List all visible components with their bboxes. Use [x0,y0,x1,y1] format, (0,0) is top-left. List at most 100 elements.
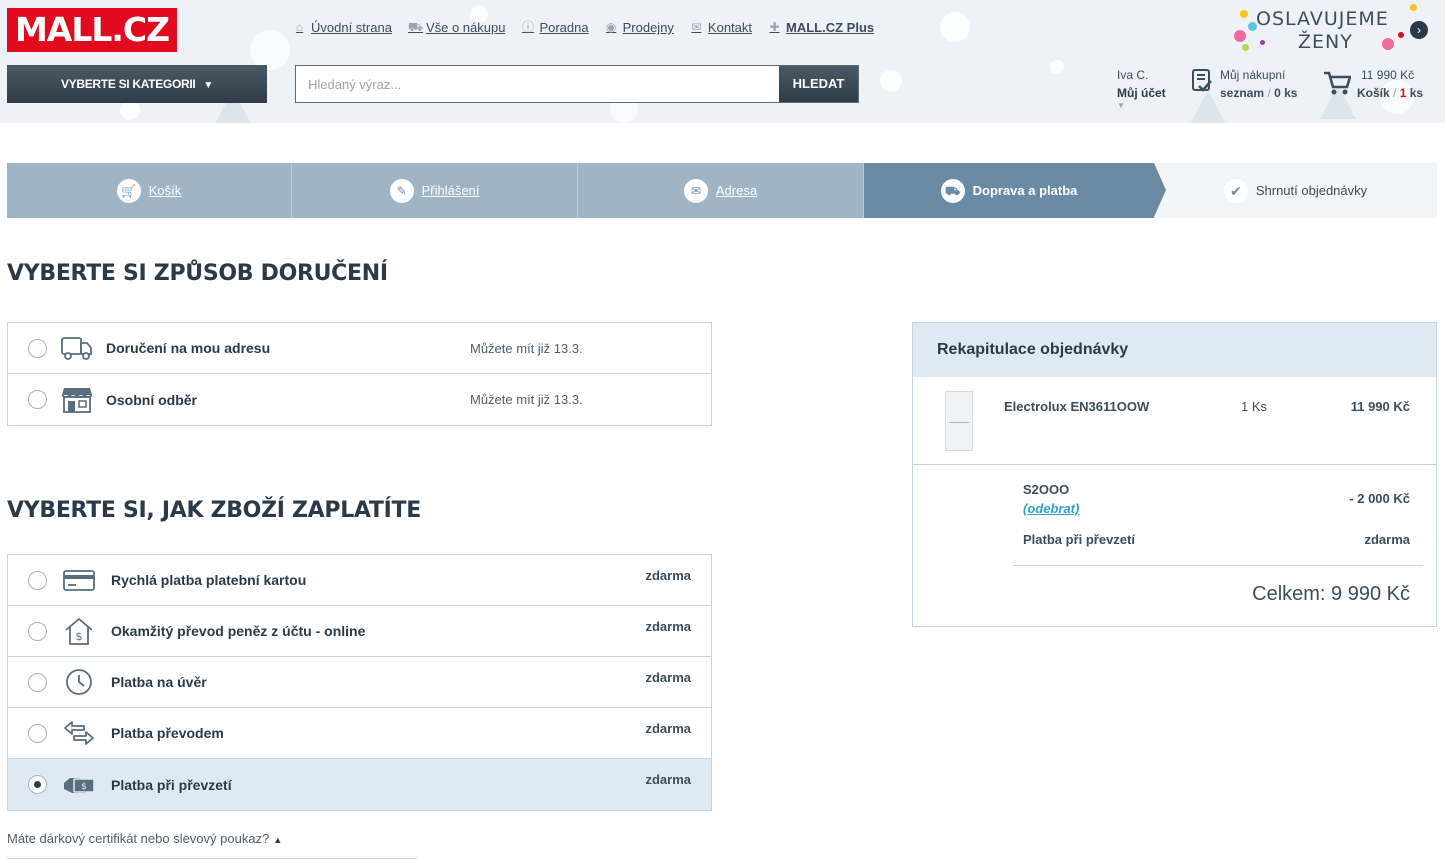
wishlist[interactable]: Můj nákupní seznam / 0 ks [1192,66,1297,102]
delivery-option-pickup[interactable]: Osobní odběr Můžete mít již 13.3. [8,374,711,425]
step-address[interactable]: ✉ Adresa [578,163,864,218]
nav-home[interactable]: ⌂ Úvodní strana [293,20,392,35]
site-header [0,0,1445,123]
payment-label: Okamžitý převod peněz z účtu - online [111,623,366,639]
voucher-value: - 2 000 Kč [1349,491,1410,506]
nav-mall-plus[interactable]: ✚ MALL.CZ Plus [768,20,874,35]
cart-icon: 🛒 [116,178,141,203]
payment-radio-card[interactable] [28,571,47,590]
step-login[interactable]: ✎ Přihlášení [292,163,578,218]
payment-option-cod[interactable]: $ Platba při převzetí zdarma [8,759,711,810]
cart-icon: ⛟ [407,20,424,34]
product-name[interactable]: Electrolux EN3611OOW [1004,399,1149,414]
payment-radio-cod[interactable] [28,775,47,794]
summary-payment-label: Platba při převzetí [1023,532,1135,547]
step-arrow [1154,163,1166,217]
payment-option-transfer[interactable]: Platba převodem zdarma [8,708,711,759]
nav-contact[interactable]: ✉ Kontakt [690,20,752,35]
product-price: 11 990 Kč [1350,399,1410,414]
payment-radio-transfer[interactable] [28,724,47,743]
payment-option-bank-online[interactable]: $ Okamžitý převod peněz z účtu - online … [8,606,711,657]
summary-payment-price: zdarma [1364,532,1410,547]
delivery-radio-address[interactable] [28,339,47,358]
payment-price: zdarma [645,721,691,736]
nav-stores[interactable]: ◉ Prodejny [605,20,674,35]
account-label: Můj účet [1117,86,1166,100]
card-icon [63,570,95,591]
home-icon: ⌂ [295,20,304,34]
cart-price: 11 990 Kč [1361,68,1415,82]
payment-radio-bank-online[interactable] [28,622,47,641]
chevron-down-icon: ▼ [1117,101,1125,110]
payment-price: zdarma [645,619,691,634]
truck-icon [61,337,92,360]
site-logo[interactable]: MALL.CZ [7,8,177,52]
account-name: Iva C. [1117,68,1149,82]
payment-price: zdarma [645,670,691,685]
voucher-code: S2OOO [1023,482,1070,497]
search-button[interactable]: HLEDAT [779,66,858,102]
promo-title-line1: OSLAVUJEME [1256,8,1389,30]
cash-icon: $ [64,778,95,793]
payment-option-card[interactable]: Rychlá platba platební kartou zdarma [8,555,711,606]
check-icon: ✔ [1223,178,1248,203]
product-qty: 1 Ks [1241,399,1268,414]
order-total: Celkem: 9 990 Kč [1252,583,1410,605]
gift-voucher-toggle[interactable]: Máte dárkový certifikát nebo slevový pou… [7,831,282,846]
svg-text:$: $ [76,630,83,643]
pencil-icon: ✎ [389,178,414,203]
payment-label: Rychlá platba platební kartou [111,572,307,588]
triangle-up-icon: ▲ [273,835,283,845]
house-dollar-icon: $ [65,617,93,645]
voucher-remove-link[interactable]: (odebrat) [1023,501,1079,516]
divider [1013,565,1423,566]
nav-shopping-info[interactable]: ⛟ Vše o nákupu [408,20,506,35]
category-menu-button[interactable]: VYBERTE SI KATEGORII ▼ [7,65,267,103]
svg-text:$: $ [81,782,87,792]
delivery-options: Doručení na mou adresu Můžete mít již 13… [7,322,712,426]
payment-price: zdarma [645,568,691,583]
header-cart[interactable]: 11 990 Kč Košík / 1 ks [1323,66,1423,102]
product-thumbnail[interactable] [945,391,973,451]
plus-icon: ✚ [769,20,780,34]
payment-label: Platba na úvěr [111,674,207,690]
transfer-icon [64,721,94,745]
payment-label: Platba převodem [111,725,224,741]
account-menu[interactable]: Iva C. Můj účet ▼ [1117,66,1166,110]
step-summary: ✔ Shrnutí objednávky [1154,163,1437,218]
delivery-date: Můžete mít již 13.3. [470,392,583,407]
delivery-label: Doručení na mou adresu [106,340,271,356]
truck-icon: ⛟ [940,178,965,203]
wishlist-title: Můj nákupní [1220,68,1286,82]
search-input[interactable] [296,66,779,102]
payment-radio-credit[interactable] [28,673,47,692]
delivery-radio-pickup[interactable] [28,390,47,409]
step-cart[interactable]: 🛒 Košík [7,163,292,218]
cart-count: 1 [1399,86,1407,100]
divider [7,858,417,859]
clock-icon [66,669,92,695]
target-icon: ◉ [605,20,617,34]
nav-advice[interactable]: ⓘ Poradna [521,20,589,35]
cart-icon [1324,71,1351,95]
payment-price: zdarma [645,772,691,787]
delivery-label: Osobní odběr [106,391,197,408]
payment-title: VYBERTE SI, JAK ZBOŽÍ ZAPLATÍTE [7,498,421,523]
wishlist-count: 0 ks [1274,86,1298,100]
delivery-option-address[interactable]: Doručení na mou adresu Můžete mít již 13… [8,323,711,374]
summary-item: Electrolux EN3611OOW 1 Ks 11 990 Kč [913,377,1436,465]
payment-label: Platba při převzetí [111,776,232,793]
search-bar: HLEDAT [295,65,859,103]
top-navigation: ⌂ Úvodní strana ⛟ Vše o nákupu ⓘ Poradna ◉ P… [293,20,874,35]
promo-banner[interactable]: OSLAVUJEME ŽENY › [1232,4,1432,56]
delivery-date: Můžete mít již 13.3. [470,340,583,356]
promo-arrow-icon[interactable]: › [1410,21,1428,39]
wishlist-icon [1192,69,1212,92]
checkout-steps: 🛒 Košík ✎ Přihlášení ✉ Adresa ⛟ Doprava … [7,163,1437,218]
step-delivery-payment: ⛟ Doprava a platba [864,163,1166,218]
info-icon: ⓘ [521,20,534,34]
mail-icon: ✉ [683,178,708,203]
promo-title-line2: ŽENY [1298,31,1353,53]
store-icon [61,388,93,413]
payment-option-credit[interactable]: Platba na úvěr zdarma [8,657,711,708]
